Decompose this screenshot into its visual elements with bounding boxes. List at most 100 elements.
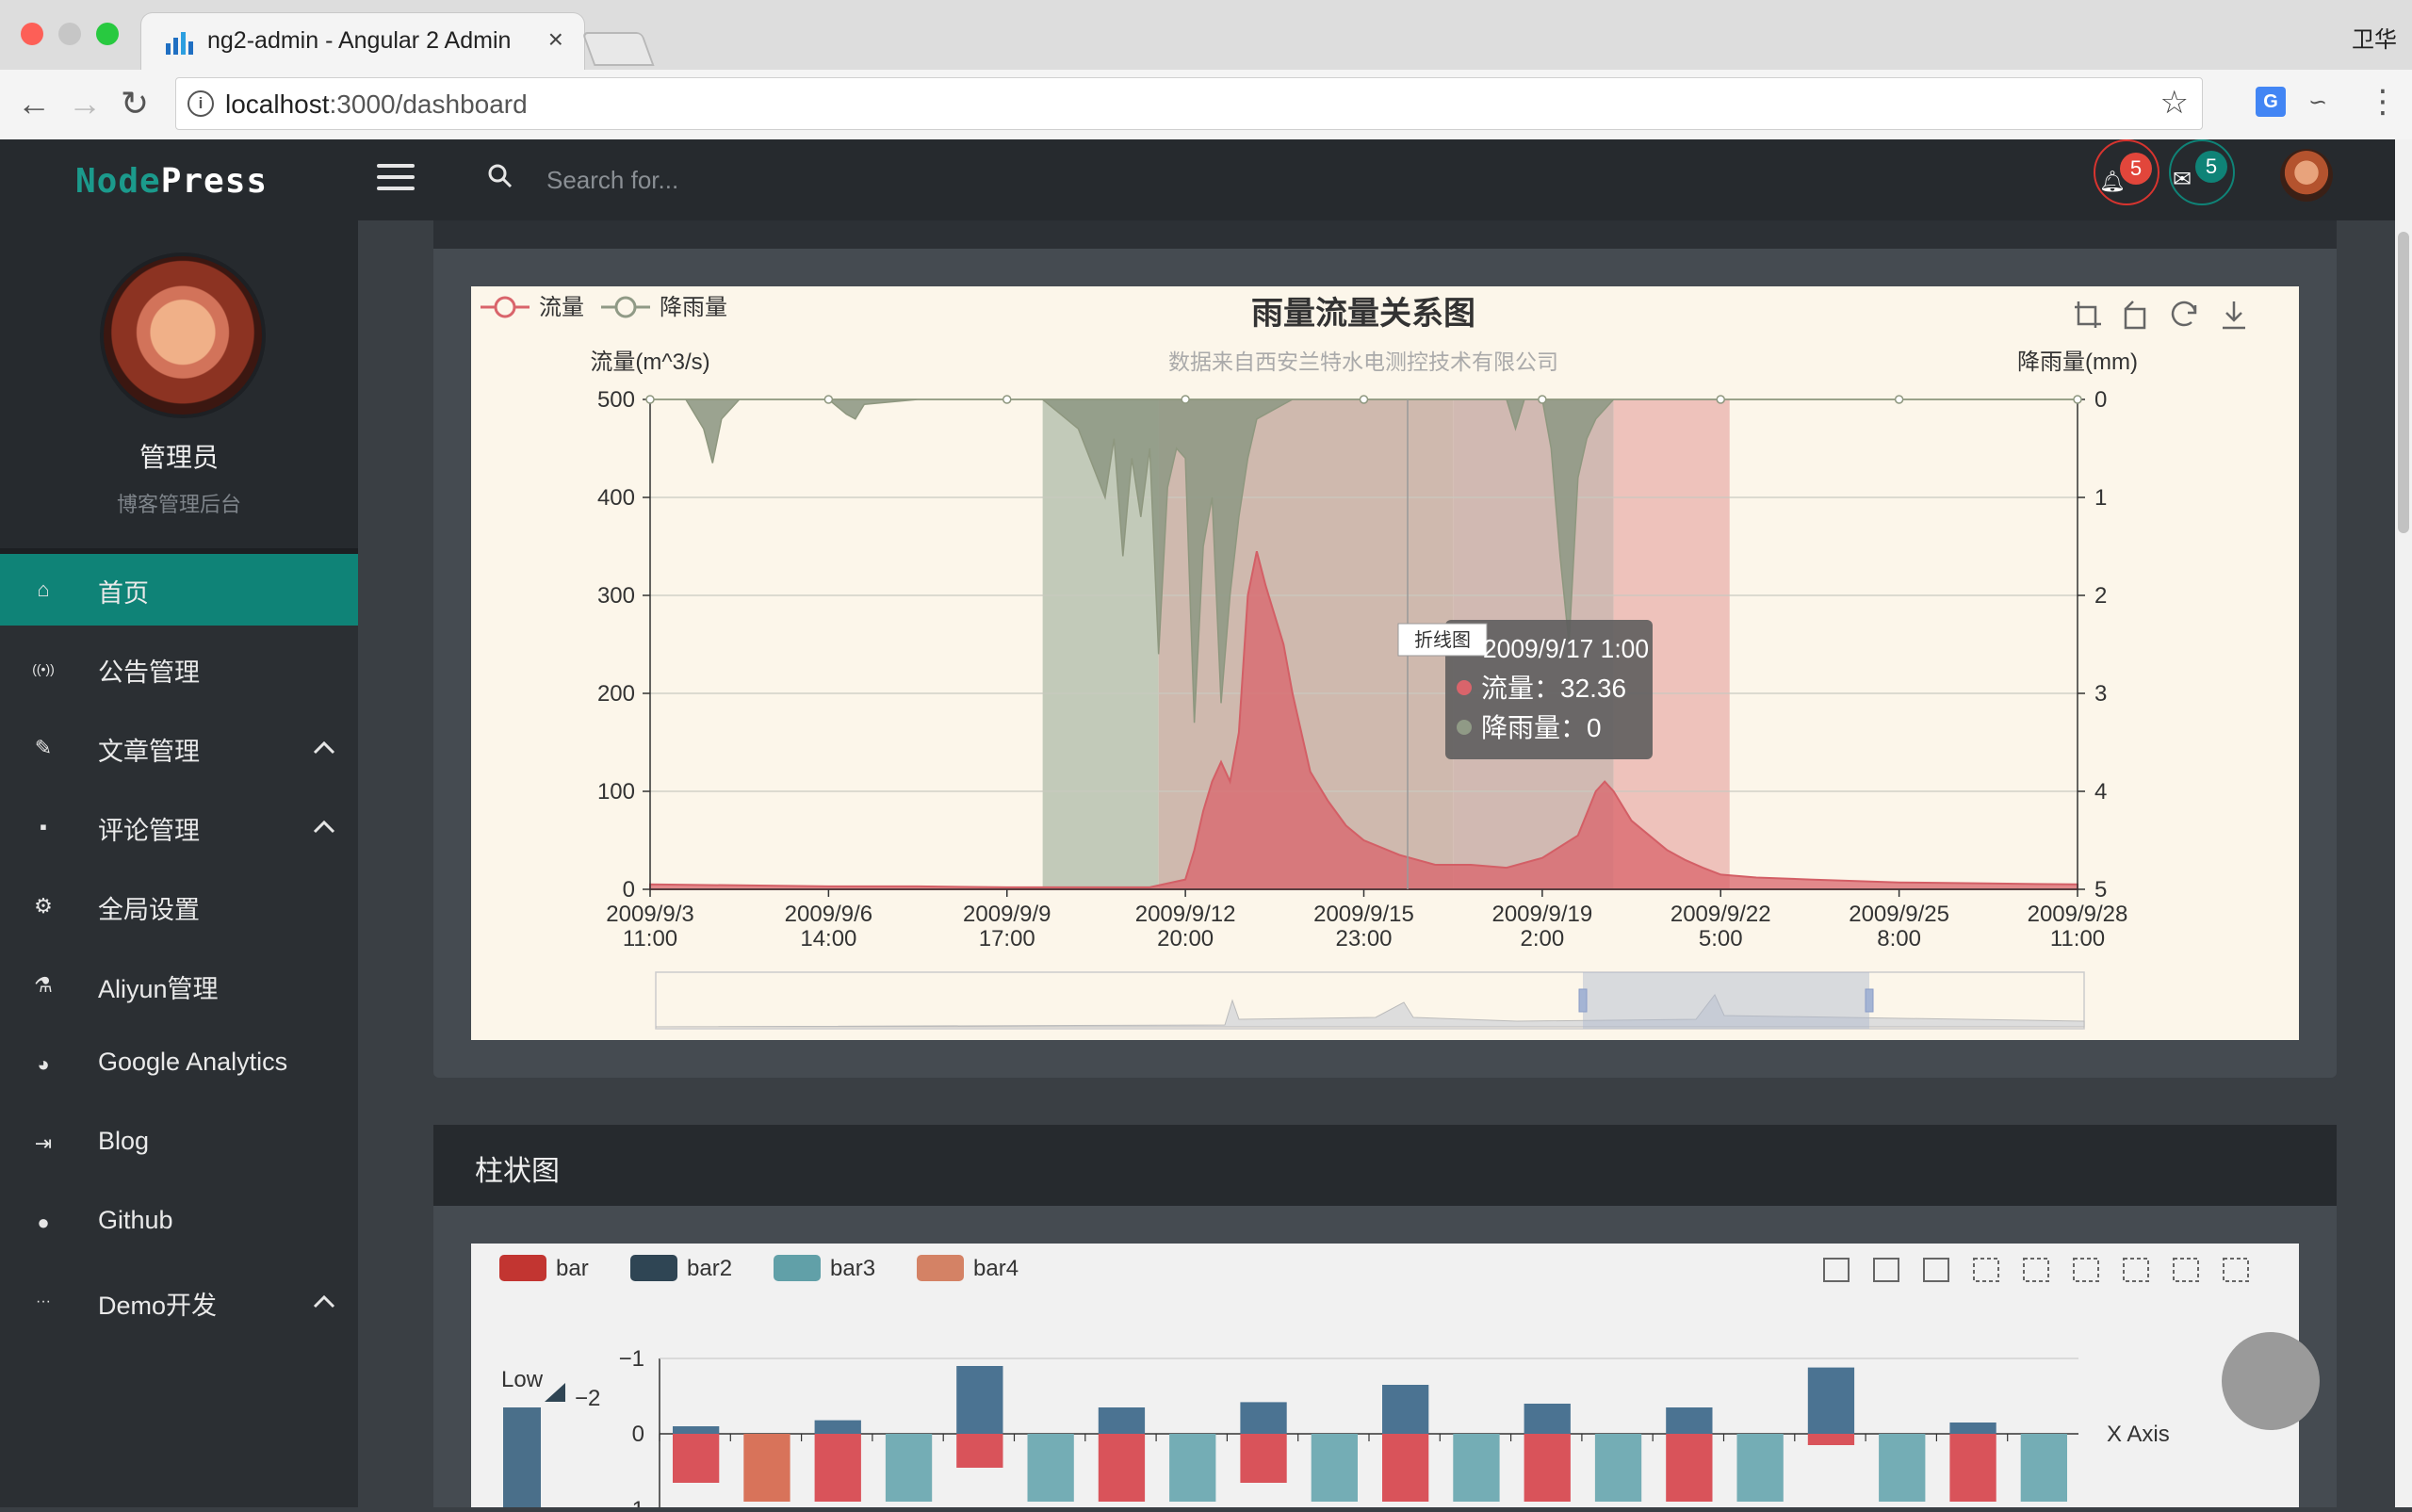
bar-bar3[interactable]	[1027, 1434, 1074, 1502]
slider-handle-left[interactable]	[1578, 988, 1588, 1013]
floating-action-button[interactable]	[2222, 1332, 2320, 1430]
bar-bar2[interactable]	[1382, 1385, 1429, 1434]
chevron-up-icon[interactable]	[311, 735, 337, 761]
bar-bar[interactable]	[1524, 1434, 1571, 1502]
zoom-reset-icon[interactable]	[2124, 301, 2146, 330]
address-url[interactable]: localhost:3000/dashboard	[225, 89, 528, 120]
slider-handle-right[interactable]	[1865, 988, 1874, 1013]
zoom-reset-icon[interactable]	[2223, 1258, 2249, 1282]
bar-bar2[interactable]	[1807, 1367, 1855, 1434]
visual-map-handle[interactable]	[545, 1383, 565, 1402]
clear-select-icon[interactable]	[2123, 1258, 2149, 1282]
x-tick-label-time: 17:00	[979, 926, 1035, 951]
legend-bar2[interactable]: bar2	[630, 1255, 732, 1281]
stack-icon[interactable]	[1823, 1258, 1850, 1282]
keep-select-icon[interactable]	[2073, 1258, 2099, 1282]
bar-bar2[interactable]	[956, 1366, 1003, 1434]
y-tick-label-right: 0	[2094, 387, 2107, 413]
bar-bar[interactable]	[814, 1434, 861, 1502]
bar-bar3[interactable]	[2020, 1434, 2067, 1502]
maximize-window-button[interactable]	[96, 23, 119, 45]
chevron-up-icon[interactable]	[311, 1289, 337, 1315]
bar-bar[interactable]	[956, 1434, 1003, 1468]
menu-toggle-icon[interactable]	[377, 164, 415, 192]
sidebar-item-home[interactable]: ⌂ 首页	[0, 554, 358, 626]
address-bar[interactable]: i localhost:3000/dashboard ☆	[175, 77, 2203, 130]
refresh-icon[interactable]	[2171, 301, 2197, 327]
tab-close-icon[interactable]: ×	[548, 24, 563, 55]
close-window-button[interactable]	[21, 23, 43, 45]
sidebar-item-aliyun[interactable]: ⚗ Aliyun管理	[0, 950, 358, 1021]
bar-bar[interactable]	[1666, 1434, 1713, 1502]
bar-bar2[interactable]	[1524, 1404, 1571, 1434]
bar-bar[interactable]	[673, 1434, 720, 1483]
x-tick-label-date: 2009/9/22	[1670, 902, 1771, 927]
browser-menu-icon[interactable]: ⋮	[2367, 83, 2399, 121]
sidebar-item-articles[interactable]: ✎ 文章管理	[0, 712, 358, 784]
scrollbar-thumb[interactable]	[2398, 232, 2409, 533]
back-arrow-icon[interactable]: ←	[17, 87, 51, 121]
sidebar-item-settings[interactable]: ⚙ 全局设置	[0, 870, 358, 942]
search-input[interactable]	[545, 158, 1114, 202]
sidebar-item-comments[interactable]: ▪ 评论管理	[0, 791, 358, 863]
bar-bar3[interactable]	[1453, 1434, 1500, 1502]
notifications-button[interactable]: 🔔︎ 5	[2094, 139, 2159, 205]
pin-icon: ✎	[34, 736, 53, 759]
legend-bar[interactable]: bar	[499, 1255, 589, 1281]
bar-bar3[interactable]	[1169, 1434, 1216, 1502]
legend-bar4[interactable]: bar4	[917, 1255, 1019, 1281]
zoom-area-icon[interactable]	[2075, 301, 2101, 328]
card-header-strip	[433, 220, 2337, 249]
site-info-icon[interactable]: i	[187, 90, 214, 117]
forward-arrow-icon[interactable]: →	[68, 87, 102, 121]
zoom-icon[interactable]	[2173, 1258, 2199, 1282]
sidebar-item-github[interactable]: ● Github	[0, 1187, 358, 1259]
messages-button[interactable]: ✉ 5	[2169, 139, 2235, 205]
brand-logo[interactable]: NodePress	[75, 162, 268, 201]
bar-bar2[interactable]	[1240, 1402, 1287, 1434]
download-icon[interactable]	[2223, 301, 2245, 330]
sidebar-item-label: Google Analytics	[98, 1048, 288, 1076]
bookmark-star-icon[interactable]: ☆	[2160, 84, 2189, 122]
legend-rainfall[interactable]: 降雨量	[601, 295, 727, 320]
new-tab-button[interactable]	[581, 32, 655, 66]
user-avatar[interactable]	[2280, 149, 2333, 202]
legend-flow[interactable]: 流量	[481, 295, 584, 320]
browser-tab-active[interactable]: ng2-admin - Angular 2 Admin ×	[141, 13, 584, 70]
data-view-icon[interactable]	[1923, 1258, 1949, 1282]
sidebar-item-label: Blog	[98, 1127, 150, 1155]
bar-bar[interactable]	[1240, 1434, 1287, 1483]
dictionary-extension-icon[interactable]: ∽	[2308, 89, 2327, 116]
minimize-window-button[interactable]	[58, 23, 81, 45]
sidebar-item-blog[interactable]: ⇥ Blog	[0, 1108, 358, 1179]
bar-bar3[interactable]	[1311, 1434, 1358, 1502]
tiled-icon[interactable]	[1873, 1258, 1899, 1282]
sidebar-item-announcements[interactable]: ((•)) 公告管理	[0, 633, 358, 705]
bar-bar[interactable]	[1949, 1434, 1996, 1502]
chevron-up-icon[interactable]	[311, 814, 337, 840]
bar-bar3[interactable]	[1736, 1434, 1784, 1502]
sidebar-item-demo[interactable]: ··· Demo开发	[0, 1266, 358, 1338]
bar-bar[interactable]	[1098, 1434, 1146, 1502]
bar-bar2[interactable]	[1949, 1423, 1996, 1434]
reload-icon[interactable]: ↻	[121, 87, 149, 121]
bar-bar3[interactable]	[1594, 1434, 1642, 1502]
bar-bar2[interactable]	[1666, 1407, 1713, 1434]
bar-bar4[interactable]	[743, 1434, 790, 1502]
bar-bar3[interactable]	[885, 1434, 933, 1502]
translate-extension-icon[interactable]: G	[2256, 87, 2286, 117]
bar-bar2[interactable]	[673, 1426, 720, 1434]
comment-icon: ▪	[40, 815, 47, 838]
browser-profile-name[interactable]: 卫华	[2352, 21, 2397, 54]
bar-bar2[interactable]	[1098, 1407, 1146, 1434]
rect-select-icon[interactable]	[1973, 1258, 1999, 1282]
data-zoom-slider[interactable]	[655, 971, 2085, 1030]
sidebar-item-google-analytics[interactable]: ◕ Google Analytics	[0, 1029, 358, 1100]
bar-bar2[interactable]	[814, 1420, 861, 1434]
legend-bar3[interactable]: bar3	[774, 1255, 875, 1281]
visual-map-bar[interactable]	[503, 1407, 541, 1507]
bar-bar[interactable]	[1807, 1434, 1855, 1445]
bar-bar3[interactable]	[1879, 1434, 1926, 1502]
lasso-select-icon[interactable]	[2023, 1258, 2049, 1282]
bar-bar[interactable]	[1382, 1434, 1429, 1502]
